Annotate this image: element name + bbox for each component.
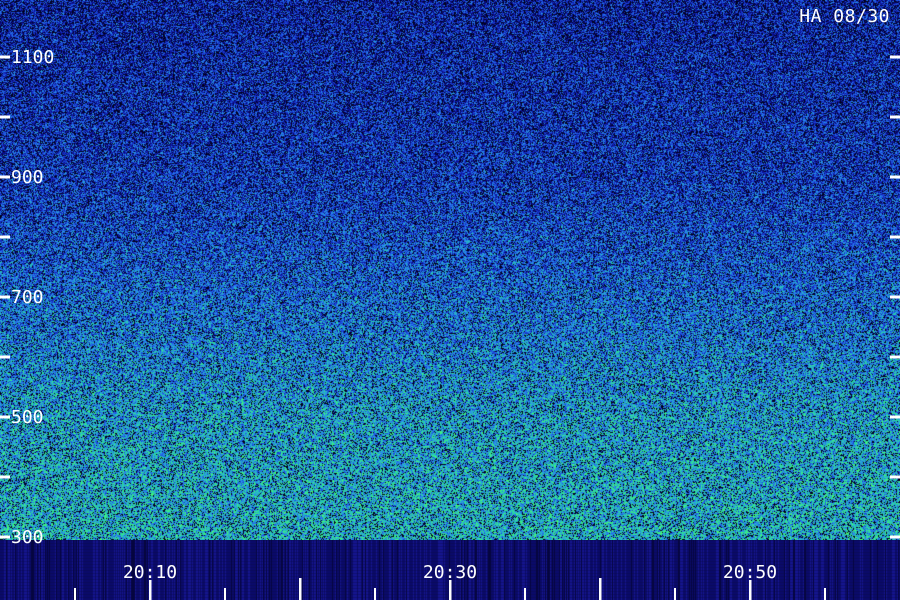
spectrogram-view: 300 500 700 900 1100 20:10 20:30 20:50 HA 08/30 (0, 0, 900, 600)
chart-title: HA 08/30 (799, 6, 890, 27)
spectrogram-heatmap (0, 0, 900, 540)
time-axis-band (0, 540, 900, 600)
